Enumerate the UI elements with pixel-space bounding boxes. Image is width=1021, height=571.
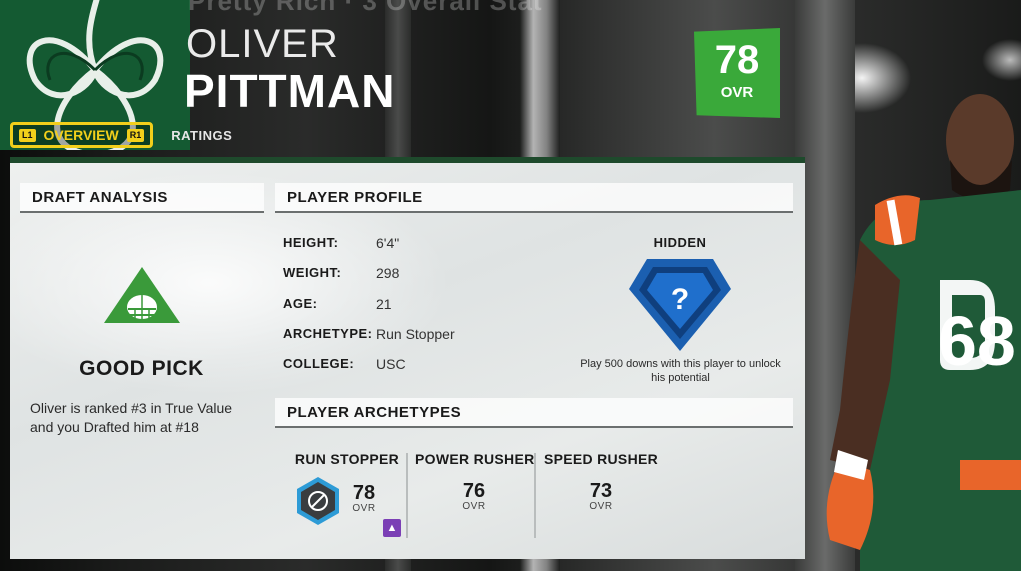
archetype-score: 76 <box>462 480 486 502</box>
archetype-score-box: 78 OVR <box>346 483 382 514</box>
archetype-ovr-label: OVR <box>462 501 486 512</box>
profile-value: 21 <box>376 296 392 312</box>
archetype-name: RUN STOPPER <box>294 451 400 467</box>
dev-trait-note: Play 500 downs with this player to unloc… <box>580 358 781 384</box>
archetype-name: POWER RUSHER <box>415 451 535 467</box>
draft-verdict: GOOD PICK <box>79 357 204 380</box>
archetype-score: 73 <box>589 480 613 502</box>
archetype-name: SPEED RUSHER <box>543 451 659 467</box>
profile-row-age: AGE: 21 <box>283 296 392 312</box>
question-diamond-icon[interactable]: ? <box>627 253 733 353</box>
archetype-power-rusher[interactable]: POWER RUSHER 76 OVR <box>415 451 535 512</box>
player-archetypes-header: PLAYER ARCHETYPES <box>275 398 793 428</box>
tab-bar: L1 OVERVIEW R1 RATINGS <box>10 122 232 148</box>
profile-row-height: HEIGHT: 6'4" <box>283 235 399 251</box>
profile-key: HEIGHT: <box>283 235 339 250</box>
overall-rating-label: OVR <box>720 84 754 101</box>
profile-value: Run Stopper <box>376 326 455 342</box>
overall-rating-badge: 78 OVR <box>694 28 780 118</box>
player-last-name: PITTMAN <box>184 65 396 117</box>
player-first-name: OLIVER <box>186 22 339 66</box>
tab-ratings[interactable]: RATINGS <box>171 128 232 143</box>
draft-description: Oliver is ranked #3 in True Value and yo… <box>30 400 233 435</box>
dev-trait-label: HIDDEN <box>653 235 707 250</box>
profile-row-archetype: ARCHETYPE: Run Stopper <box>283 326 455 342</box>
run-stopper-hex-icon <box>297 477 339 525</box>
profile-key: COLLEGE: <box>283 356 355 371</box>
good-pick-icon <box>104 267 180 323</box>
player-profile-header: PLAYER PROFILE <box>275 183 793 213</box>
profile-row-college: COLLEGE: USC <box>283 356 406 372</box>
archetype-score: 78 <box>352 482 376 504</box>
profile-value: USC <box>376 356 406 372</box>
profile-key: AGE: <box>283 296 318 311</box>
l1-button-hint: L1 <box>19 128 36 142</box>
archetype-run-stopper[interactable]: RUN STOPPER <box>291 451 403 467</box>
archetype-ovr-label: OVR <box>589 501 613 512</box>
r1-button-hint: R1 <box>126 128 145 142</box>
overall-rating-value: 78 <box>714 38 760 82</box>
tab-overview[interactable]: L1 OVERVIEW R1 <box>10 122 154 148</box>
jersey-number: 68 <box>938 302 1016 380</box>
overview-panel: DRAFT ANALYSIS GOOD PICK Oliver is ranke… <box>10 157 805 559</box>
profile-value: 298 <box>376 265 400 281</box>
profile-row-weight: WEIGHT: 298 <box>283 265 399 281</box>
ability-boost-icon: ▲ <box>383 519 401 537</box>
archetype-ovr-label: OVR <box>352 503 376 514</box>
draft-analysis-header: DRAFT ANALYSIS <box>20 183 264 213</box>
player-portrait: 68 <box>826 94 1021 571</box>
svg-text:?: ? <box>671 283 689 316</box>
archetype-divider <box>406 453 408 538</box>
archetype-speed-rusher[interactable]: SPEED RUSHER 73 OVR <box>543 451 659 512</box>
top-banner-text: Pretty Rich · 3 Overall Stat <box>188 0 543 16</box>
archetype-divider <box>534 453 536 538</box>
profile-key: WEIGHT: <box>283 265 342 280</box>
tab-overview-label: OVERVIEW <box>43 127 119 143</box>
profile-key: ARCHETYPE: <box>283 326 373 341</box>
profile-value: 6'4" <box>376 235 400 251</box>
